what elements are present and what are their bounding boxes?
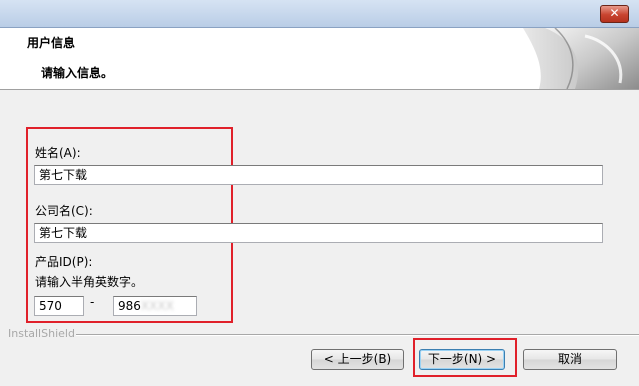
name-label: 姓名(A): <box>35 146 81 160</box>
annotation-box-next <box>413 338 517 377</box>
window-titlebar: ✕ <box>0 0 639 28</box>
cancel-button[interactable]: 取消 <box>523 349 617 370</box>
name-field[interactable]: 第七下载 <box>34 165 603 185</box>
product-id-hint: 请输入半角英数字。 <box>35 275 144 289</box>
company-label: 公司名(C): <box>35 204 93 218</box>
product-id-part2-redacted: XXXX <box>140 299 174 313</box>
page-subtitle: 请输入信息。 <box>41 66 114 80</box>
product-id-part2-field[interactable]: 986XXXX <box>113 296 197 316</box>
page-title: 用户信息 <box>27 36 76 50</box>
product-id-part1-field[interactable]: 570 <box>34 296 84 316</box>
company-field[interactable]: 第七下载 <box>34 223 603 243</box>
installshield-brand: InstallShield <box>8 327 75 340</box>
wizard-body: 姓名(A): 第七下载 公司名(C): 第七下载 产品ID(P): 请输入半角英… <box>0 90 639 386</box>
product-id-label: 产品ID(P): <box>35 255 93 269</box>
footer-divider <box>76 334 639 336</box>
wizard-header: 用户信息 请输入信息。 <box>0 28 639 90</box>
product-id-separator: - <box>90 295 95 309</box>
close-button[interactable]: ✕ <box>600 5 629 23</box>
back-button[interactable]: < 上一步(B) <box>311 349 404 370</box>
decorative-graphic <box>523 28 639 89</box>
product-id-part2-visible: 986 <box>118 299 141 313</box>
close-icon: ✕ <box>609 6 620 20</box>
